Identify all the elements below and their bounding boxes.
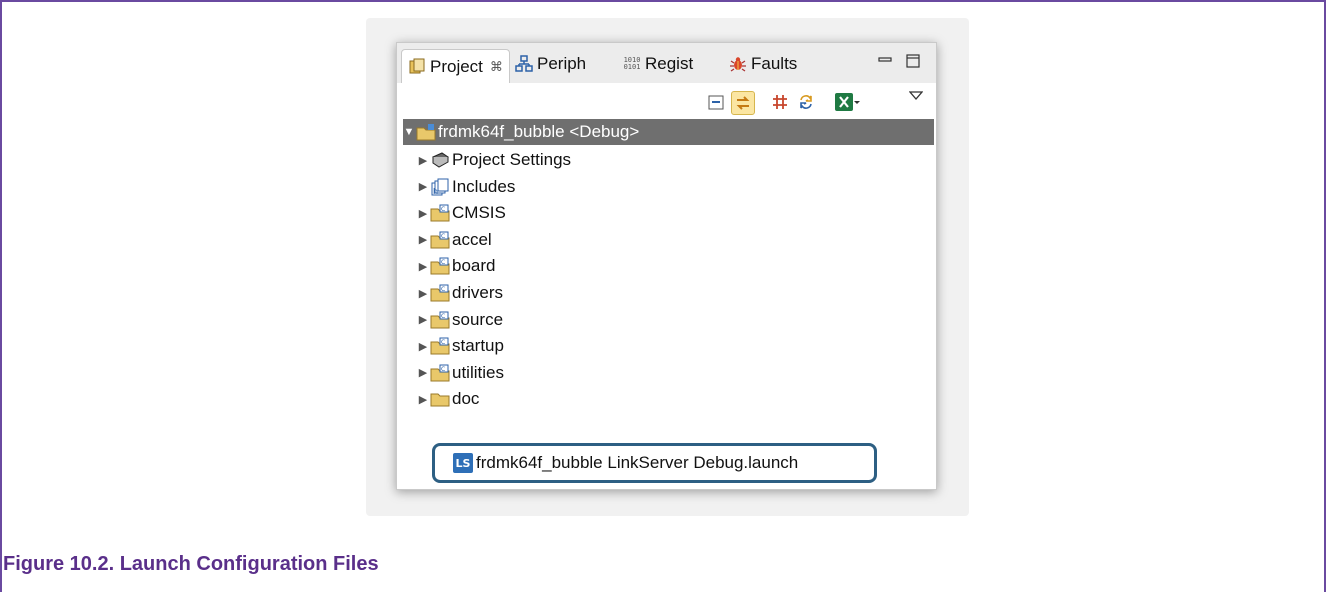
source-folder-icon: C [429, 284, 451, 302]
tree-item-label: doc [452, 389, 480, 409]
expand-arrow-icon[interactable]: ▶ [417, 393, 429, 406]
expand-arrow-icon[interactable]: ▶ [417, 180, 429, 193]
tab-faults[interactable]: Faults [729, 51, 797, 77]
grid-icon[interactable] [769, 91, 791, 113]
tree-item[interactable]: ▶ doc [417, 386, 480, 412]
expand-arrow-icon[interactable]: ▶ [417, 260, 429, 273]
expand-arrow-icon[interactable]: ▶ [417, 233, 429, 246]
svg-text:C: C [441, 366, 445, 373]
svg-text:C: C [441, 206, 445, 213]
peripherals-icon [515, 55, 533, 73]
launch-file-item[interactable]: LS frdmk64f_bubble LinkServer Debug.laun… [453, 450, 798, 476]
svg-text:h: h [433, 187, 438, 196]
faults-bug-icon [729, 55, 747, 73]
expand-arrow-icon[interactable]: ▶ [417, 313, 429, 326]
svg-text:C: C [441, 233, 445, 240]
tab-regist[interactable]: 1010 0101 Regist [623, 51, 694, 77]
source-folder-icon: C [429, 311, 451, 329]
svg-text:C: C [441, 286, 445, 293]
tree-item[interactable]: ▶ Cdrivers [417, 280, 503, 306]
expand-arrow-icon[interactable]: ▶ [417, 366, 429, 379]
tree-item-label: CMSIS [452, 203, 506, 223]
tab-label: Faults [751, 54, 798, 73]
view-menu-icon[interactable] [905, 85, 927, 107]
tree-item-label: Includes [452, 176, 516, 196]
svg-text:C: C [441, 339, 445, 346]
project-folder-icon [415, 123, 437, 141]
refresh-icon[interactable] [795, 91, 817, 113]
project-explorer-panel: Project ⌘ Periph 10100101 Regist Faults [396, 42, 937, 490]
expand-arrow-icon[interactable]: ▶ [417, 207, 429, 220]
close-icon[interactable]: ⌘ [490, 59, 503, 75]
tab-label: Project [430, 57, 483, 76]
expand-arrow-icon[interactable]: ▼ [403, 126, 415, 138]
tree-item-label: drivers [452, 283, 504, 302]
expand-arrow-icon[interactable]: ▶ [417, 287, 429, 300]
minimize-icon[interactable] [877, 53, 893, 69]
maximize-icon[interactable] [905, 53, 921, 69]
source-folder-icon: C [429, 204, 451, 222]
tree-item-label: utilities [452, 362, 504, 382]
includes-icon: h [429, 178, 451, 196]
linkserver-launch-icon: LS [453, 453, 473, 473]
tree-item[interactable]: ▶ Cboard [417, 253, 496, 279]
expand-arrow-icon[interactable]: ▶ [417, 340, 429, 353]
source-folder-icon: C [429, 337, 451, 355]
tab-periph[interactable]: Periph [515, 51, 586, 77]
tree-item[interactable]: ▶ Csource [417, 307, 503, 333]
tree-item-label: startup [452, 336, 504, 356]
tree-item-label: Project Settings [452, 150, 572, 169]
tree-item[interactable]: ▶ Project Settings [417, 147, 571, 173]
registers-icon: 1010 0101 [623, 56, 641, 71]
link-with-editor-icon[interactable] [731, 91, 755, 115]
source-folder-icon: C [429, 257, 451, 275]
dropdown-icon[interactable] [852, 91, 862, 113]
tree-item[interactable]: ▶ Cstartup [417, 333, 504, 359]
source-folder-icon: C [429, 231, 451, 249]
figure-caption: Figure 10.2. Launch Configuration Files [3, 553, 379, 575]
tree-root-label: frdmk64f_bubble <Debug> [438, 122, 640, 141]
tree-item[interactable]: ▶ Caccel [417, 227, 492, 253]
tab-label: Periph [537, 54, 587, 73]
tree-item[interactable]: ▶ C CMSIS [417, 200, 506, 226]
svg-text:C: C [441, 313, 445, 320]
tree-item[interactable]: ▶ Cutilities [417, 360, 504, 386]
folder-icon [429, 390, 451, 408]
tab-project[interactable]: Project ⌘ [401, 49, 510, 84]
launch-file-label: frdmk64f_bubble LinkServer Debug.launch [476, 453, 799, 472]
project-explorer-icon [408, 58, 426, 76]
settings-book-icon [429, 151, 451, 169]
tree-item-label: source [452, 309, 504, 329]
tab-label: Regist [645, 54, 694, 73]
tree-item-label: accel [452, 229, 492, 249]
tree-root-project[interactable]: ▼ frdmk64f_bubble <Debug> [403, 119, 934, 145]
tree-item[interactable]: ▶ h Includes [417, 174, 516, 200]
collapse-all-icon[interactable] [705, 91, 727, 113]
view-toolbar [397, 83, 936, 119]
expand-arrow-icon[interactable]: ▶ [417, 154, 429, 167]
tree-item-label: board [452, 256, 496, 276]
view-tab-bar: Project ⌘ Periph 1010 0101 Regist Faults [397, 43, 936, 84]
svg-text:C: C [441, 259, 445, 266]
source-folder-icon: C [429, 364, 451, 382]
